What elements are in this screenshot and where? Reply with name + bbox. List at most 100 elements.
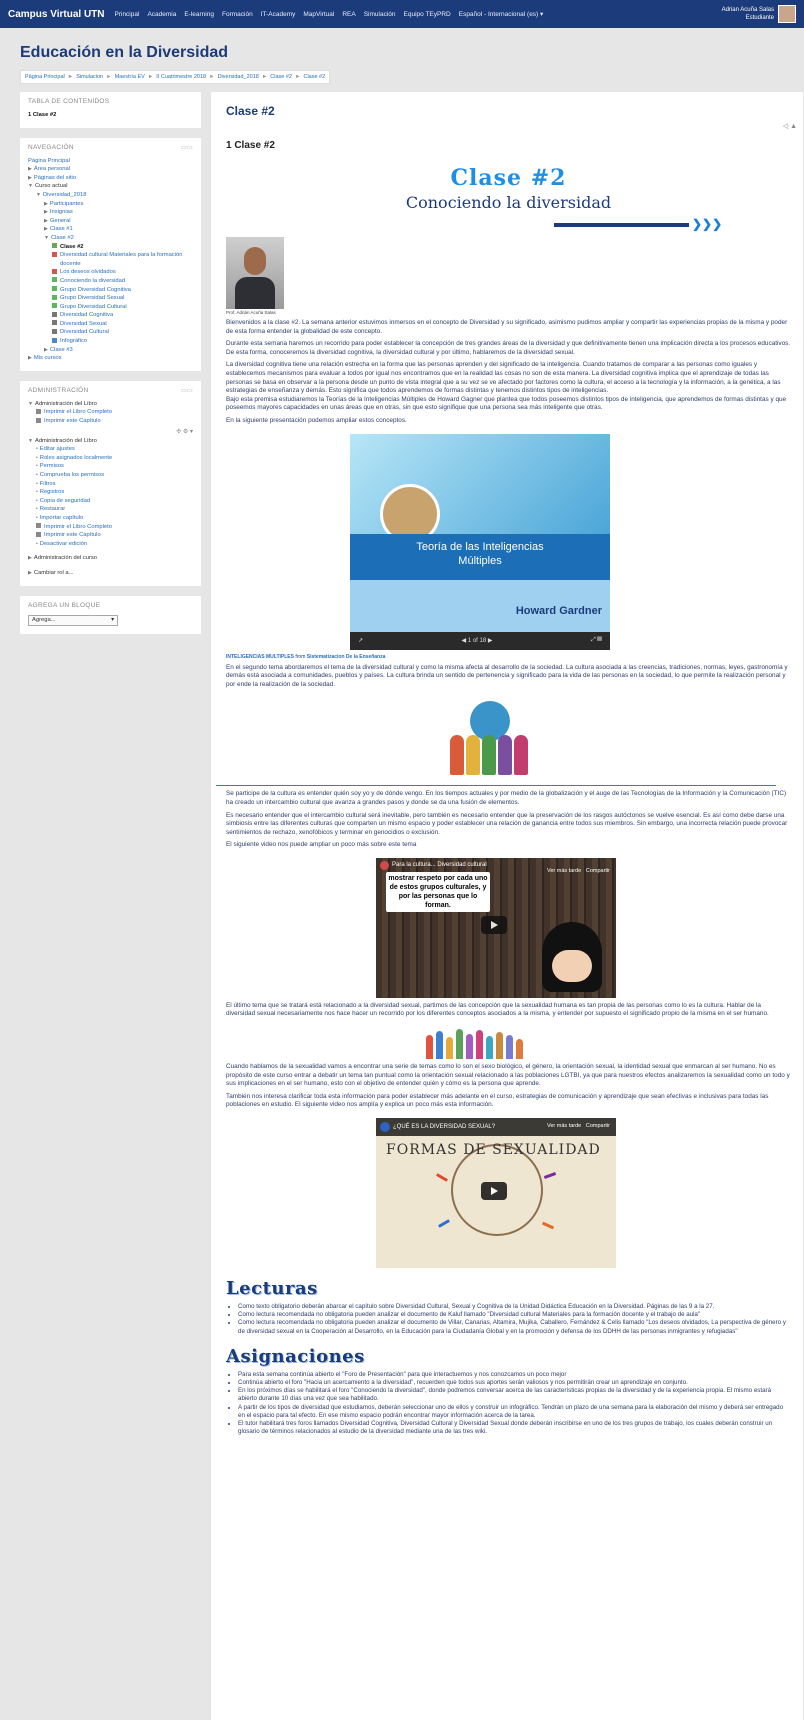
paragraph: Durante esta semana haremos un recorrido…: [226, 340, 791, 356]
tree-item-label: Área personal: [33, 166, 70, 173]
tree-item[interactable]: • Filtros: [28, 480, 193, 489]
tree-item-label: Insignias: [49, 209, 73, 216]
slide-author: Howard Gardner: [515, 604, 602, 617]
slideshare-embed[interactable]: Teoría de las Inteligencias Múltiples How…: [350, 433, 610, 650]
breadcrumb-item[interactable]: Maestría EV: [115, 74, 145, 80]
tree-item: docente: [28, 260, 193, 269]
tree-item[interactable]: Página Principal: [28, 157, 193, 166]
tree-item[interactable]: ▼ Administración del Libro: [28, 437, 193, 446]
sidebar: TABLA DE CONTENIDOS 1 Clase #2 NAVEGACIÓ…: [20, 92, 201, 644]
tree-item[interactable]: Grupo Diversidad Sexual: [28, 294, 193, 303]
breadcrumb-separator-icon: ►: [147, 74, 154, 80]
top-nav-item[interactable]: REA: [342, 11, 355, 18]
tree-item[interactable]: Grupo Diversidad Cognitiva: [28, 286, 193, 295]
admin-course-link[interactable]: ▶ Administración del curso: [28, 554, 193, 563]
youtube-video-sexual[interactable]: ¿QUÉ ES LA DIVERSIDAD SEXUAL? Ver más ta…: [376, 1118, 616, 1269]
tree-item[interactable]: Clase #2: [28, 243, 193, 252]
play-icon[interactable]: [481, 915, 507, 934]
toc-item[interactable]: 1 Clase #2: [28, 111, 193, 120]
admin-gear-icon[interactable]: ✣ ⚙ ▾: [28, 428, 193, 435]
breadcrumb-item[interactable]: Diversidad_2018: [218, 74, 259, 80]
tree-item[interactable]: ▶ Participantes: [28, 200, 193, 209]
tree-item[interactable]: • Registros: [28, 488, 193, 497]
top-nav-item[interactable]: Simulación: [364, 11, 396, 18]
tree-item[interactable]: • Roles asignados localmente: [28, 454, 193, 463]
site-brand[interactable]: Campus Virtual UTN: [8, 9, 105, 20]
tree-item[interactable]: Diversidad Cognitiva: [28, 311, 193, 320]
tree-item-label: Copia de seguridad: [39, 497, 91, 504]
tree-item[interactable]: • Restaurar: [28, 505, 193, 514]
block-controls-icon[interactable]: ▭▭: [181, 144, 193, 151]
tree-item-label: Filtros: [39, 480, 56, 487]
tree-item[interactable]: ▼ Clase #2: [28, 234, 193, 243]
tree-item[interactable]: ▶ Insignias: [28, 208, 193, 217]
tree-item[interactable]: Conociendo la diversidad: [28, 277, 193, 286]
share-icon[interactable]: ↗: [358, 637, 363, 644]
bullet-icon: •: [36, 454, 38, 461]
block-controls-icon[interactable]: ▭▭: [181, 387, 193, 394]
play-icon[interactable]: [481, 1182, 507, 1201]
slide-counter[interactable]: ◀ 1 of 18 ▶: [462, 637, 493, 644]
tree-item[interactable]: Diversidad Cultural: [28, 328, 193, 337]
breadcrumb-item[interactable]: II Cuatrimestre 2018: [156, 74, 206, 80]
tree-item[interactable]: ▶ Clase #3: [28, 346, 193, 355]
tree-item[interactable]: • Comprueba los permisos: [28, 471, 193, 480]
tree-item[interactable]: Los deseos olvidados: [28, 268, 193, 277]
tree-item[interactable]: ▶ General: [28, 217, 193, 226]
slide-title: Teoría de las Inteligencias Múltiples: [350, 533, 610, 580]
add-block-select[interactable]: Agrega... ▾: [28, 614, 118, 626]
navigation-title: NAVEGACIÓN: [28, 143, 74, 151]
top-nav-item[interactable]: IT-Academy: [261, 11, 296, 18]
tree-item[interactable]: • Editar ajustes: [28, 445, 193, 454]
tree-item[interactable]: ▶ Mis cursos: [28, 354, 193, 363]
slide-controls[interactable]: ↗ ◀ 1 of 18 ▶ ⤢ ▥: [350, 631, 610, 650]
top-nav-item[interactable]: Español - Internacional (es) ▾: [459, 11, 544, 18]
chevrons-icon: ❯❯❯: [692, 217, 723, 231]
book-nav-icons[interactable]: ◁ ▲: [783, 122, 797, 130]
tree-item[interactable]: Diversidad cultural Materiales para la f…: [28, 251, 193, 260]
tree-item-label: Clase #3: [49, 346, 73, 353]
youtube-video-cultural[interactable]: Para la cultura... Diversidad cultural m…: [376, 857, 616, 998]
breadcrumb-item[interactable]: Clase #2: [270, 74, 292, 80]
tree-item[interactable]: • Importar capítulo: [28, 514, 193, 523]
tree-item[interactable]: Imprimir este Capítulo: [28, 531, 193, 540]
tree-item-label: Imprimir el Libro Completo: [44, 523, 112, 530]
tree-item[interactable]: Imprimir el Libro Completo: [28, 408, 193, 417]
tree-item[interactable]: ▼ Diversidad_2018: [28, 191, 193, 200]
tree-item[interactable]: ▼ Administración del Libro: [28, 400, 193, 409]
paragraph: Cuando hablamos de la sexualidad vamos a…: [226, 1063, 790, 1088]
tree-item-label: Imprimir este Capítulo: [44, 418, 101, 425]
tree-item[interactable]: Grupo Diversidad Cultural: [28, 303, 193, 312]
tree-item[interactable]: ▼ Curso actual: [28, 182, 193, 191]
tree-item-label: Grupo Diversidad Sexual: [60, 295, 125, 302]
tree-item[interactable]: • Copia de seguridad: [28, 497, 193, 506]
tree-item[interactable]: ▶ Clase #1: [28, 225, 193, 234]
user-menu[interactable]: Adrian Acuña Salas Estudiante: [722, 5, 796, 23]
tree-item[interactable]: • Desactivar edición: [28, 540, 193, 549]
wiki-icon: [52, 320, 57, 326]
top-nav-item[interactable]: MapVirtual: [303, 11, 334, 18]
breadcrumb-separator-icon: ►: [209, 74, 215, 80]
tree-item-label: Diversidad cultural Materiales para la f…: [60, 252, 183, 259]
main-content: ◁ ▲ Clase #2 1 Clase #2 Clase #2 Conocie…: [211, 92, 803, 1720]
avatar[interactable]: [778, 5, 796, 23]
tree-item[interactable]: ▶ Área personal: [28, 165, 193, 174]
top-nav-item[interactable]: Equipo TEyPRD: [404, 11, 451, 18]
top-nav-item[interactable]: Academia: [147, 11, 176, 18]
breadcrumb-item[interactable]: Simulacion: [76, 74, 103, 80]
top-nav-item[interactable]: Formación: [222, 11, 253, 18]
switch-role-link[interactable]: ▶ Cambiar rol a...: [28, 569, 193, 578]
tree-item[interactable]: Infográfico: [28, 337, 193, 346]
fullscreen-icon[interactable]: ⤢ ▥: [591, 637, 602, 644]
breadcrumb-item[interactable]: Clase #2: [303, 74, 325, 80]
top-nav-item[interactable]: E-learning: [184, 11, 214, 18]
tree-item[interactable]: Imprimir el Libro Completo: [28, 523, 193, 532]
breadcrumb-item[interactable]: Página Principal: [25, 74, 65, 80]
top-nav-item[interactable]: Principal: [115, 11, 140, 18]
tree-item[interactable]: Imprimir este Capítulo: [28, 417, 193, 426]
tree-item-label: Los deseos olvidados: [60, 269, 116, 276]
tree-item[interactable]: • Permisos: [28, 462, 193, 471]
tree-item[interactable]: ▶ Páginas del sitio: [28, 174, 193, 183]
tree-item[interactable]: Diversidad Sexual: [28, 320, 193, 329]
breadcrumb-separator-icon: ►: [295, 74, 301, 80]
